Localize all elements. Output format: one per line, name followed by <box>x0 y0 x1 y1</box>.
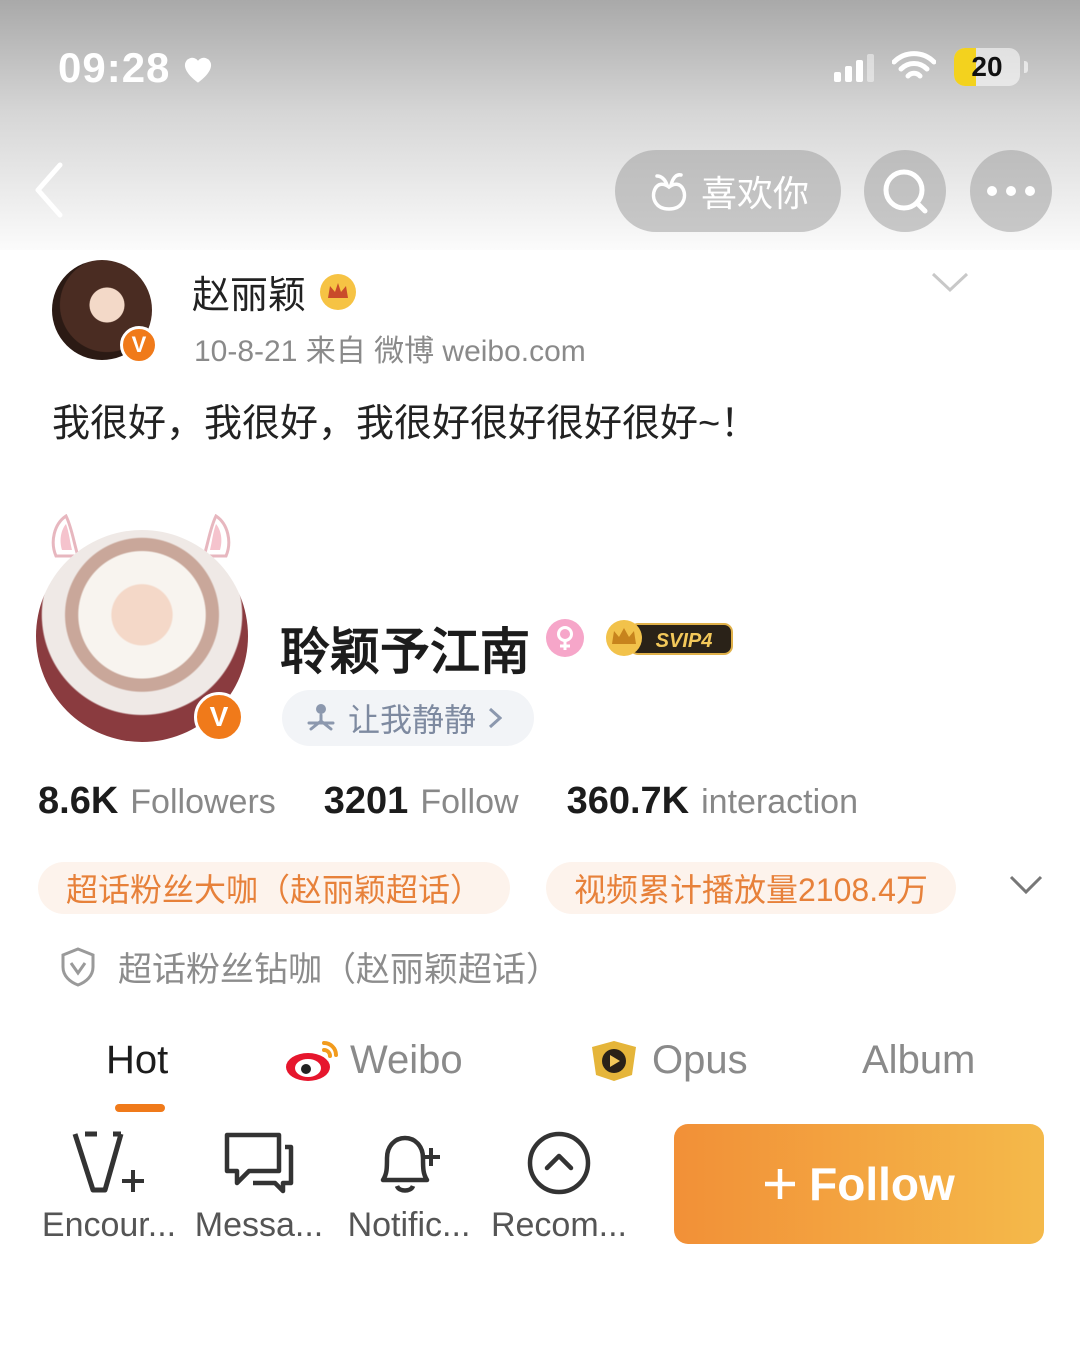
shield-icon <box>61 946 95 987</box>
like-you-button[interactable]: 喜欢你 <box>615 150 841 232</box>
time-text: 09:28 <box>58 44 171 91</box>
like-you-label: 喜欢你 <box>700 173 809 214</box>
supertopic-tag-label: 超话粉丝大咖（赵丽颖超话） <box>66 872 483 908</box>
tab-opus[interactable]: Opus <box>586 1038 748 1083</box>
chevron-down-icon[interactable] <box>930 270 970 294</box>
svip-badge[interactable]: SVIP4 <box>600 618 734 658</box>
profile-name: 聆颖予江南 <box>280 624 530 680</box>
profile-verified-badge: V <box>194 692 244 742</box>
recommend-label: Recom... <box>490 1206 628 1244</box>
tab-weibo-label: Weibo <box>350 1038 463 1082</box>
battery-level: 20 <box>971 51 1003 82</box>
message-icon <box>224 1132 294 1194</box>
notification-label: Notific... <box>347 1206 471 1244</box>
post-author[interactable]: 赵丽颖 <box>192 264 358 319</box>
status-pill[interactable]: 让我静静 <box>282 690 534 746</box>
followers-label[interactable]: Followers <box>130 783 275 822</box>
crown-icon <box>320 273 357 310</box>
tab-opus-label: Opus <box>652 1038 748 1082</box>
fan-badge-row[interactable]: 超话粉丝钻咖（赵丽颖超话） <box>60 942 560 991</box>
status-indicators: 20 <box>834 48 1028 86</box>
expand-tags-icon[interactable] <box>1008 874 1044 896</box>
profile-stats: 8.6K Followers 3201 Follow 360.7K intera… <box>38 780 858 823</box>
chevron-up-circle-icon <box>527 1131 591 1195</box>
post-author-name: 赵丽颖 <box>192 275 307 317</box>
more-button[interactable] <box>970 150 1052 232</box>
v-plus-icon <box>72 1131 144 1193</box>
tab-hot[interactable]: Hot <box>106 1038 168 1083</box>
video-views-tag[interactable]: 视频累计播放量2108.4万 <box>546 862 956 914</box>
post-meta: 10-8-21 来自 微博 weibo.com <box>194 335 586 368</box>
recommend-button[interactable]: Recom... <box>484 1128 634 1245</box>
peach-icon <box>651 173 687 211</box>
fan-badge-label: 超话粉丝钻咖（赵丽颖超话） <box>118 951 560 989</box>
heart-icon <box>185 57 212 83</box>
tab-album-label: Album <box>862 1038 976 1082</box>
active-tab-indicator <box>115 1104 165 1112</box>
plus-icon <box>765 1169 796 1199</box>
signal-icon <box>834 54 874 82</box>
verified-badge: V <box>120 326 158 364</box>
bell-plus-icon <box>380 1135 440 1193</box>
weibo-logo-icon <box>286 1040 338 1081</box>
following-label[interactable]: Follow <box>420 783 518 822</box>
interaction-label: interaction <box>701 783 858 821</box>
video-views-label: 视频累计播放量2108.4万 <box>574 872 928 908</box>
tab-hot-label: Hot <box>106 1038 169 1082</box>
svip-label: SVIP4 <box>656 630 713 652</box>
following-count[interactable]: 3201 <box>324 780 409 823</box>
battery-indicator: 20 <box>954 48 1020 86</box>
back-icon[interactable] <box>30 160 70 220</box>
follow-button[interactable]: Follow <box>674 1124 1044 1244</box>
search-icon <box>883 169 928 214</box>
post-text: 我很好，我很好，我很好很好很好很好~！ <box>52 403 759 445</box>
tab-weibo[interactable]: Weibo <box>284 1038 463 1083</box>
notification-button[interactable]: Notific... <box>334 1128 484 1245</box>
chevron-right-icon <box>489 707 503 729</box>
supertopic-tag[interactable]: 超话粉丝大咖（赵丽颖超话） <box>38 862 511 914</box>
more-icon <box>987 186 1035 196</box>
wifi-icon <box>892 51 936 79</box>
status-label: 让我静静 <box>348 702 477 738</box>
search-button[interactable] <box>864 150 946 232</box>
interaction-count: 360.7K <box>566 780 690 822</box>
encourage-label: Encour... <box>41 1206 177 1244</box>
opus-play-icon <box>592 1040 636 1081</box>
female-icon <box>546 619 584 657</box>
tab-album[interactable]: Album <box>862 1038 975 1083</box>
followers-count[interactable]: 8.6K <box>38 780 118 823</box>
message-label: Messa... <box>194 1206 324 1244</box>
message-button[interactable]: Messa... <box>184 1128 334 1245</box>
encourage-button[interactable]: Encour... <box>34 1128 184 1245</box>
meditation-icon <box>307 704 335 731</box>
follow-label: Follow <box>809 1158 955 1210</box>
status-time: 09:28 <box>58 44 216 92</box>
